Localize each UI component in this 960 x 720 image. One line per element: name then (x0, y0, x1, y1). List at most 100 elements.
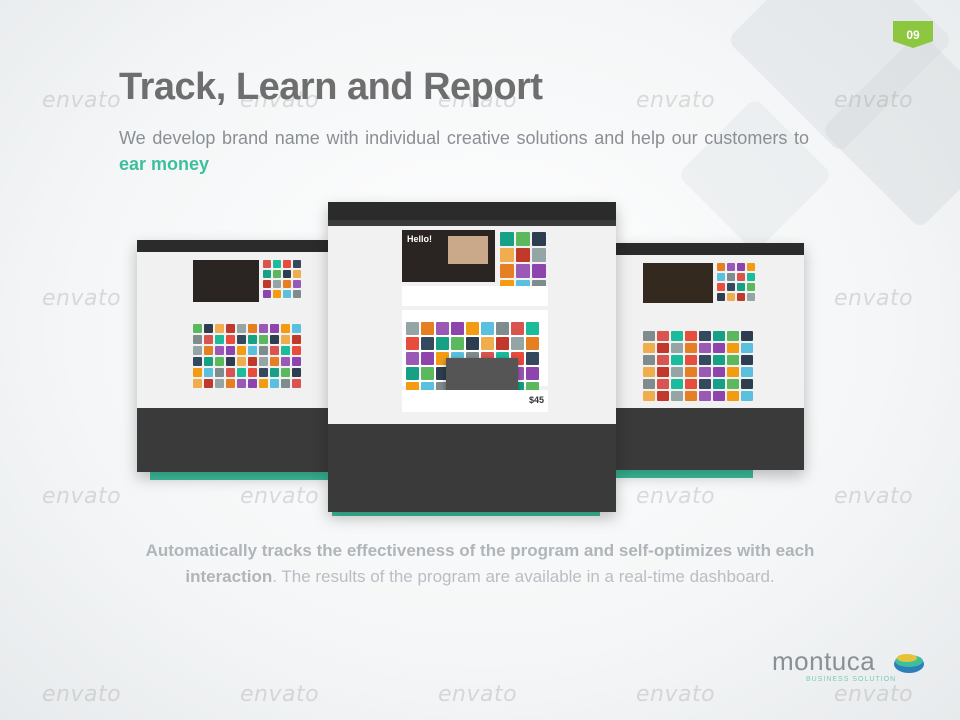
mockup-thumbnail (727, 343, 739, 353)
mockup-thumbnail (671, 343, 683, 353)
envato-watermark: envato (834, 286, 914, 311)
mockup-thumbnail (421, 352, 434, 365)
mockup-thumbnail (727, 263, 735, 271)
mockup-thumbnail (526, 337, 539, 350)
mockup-footer (137, 408, 330, 472)
envato-watermark: envato (438, 682, 518, 707)
mockup-thumbnail (237, 357, 246, 366)
mockup-thumbnail (204, 335, 213, 344)
mockup-thumbnail (643, 343, 655, 353)
mockup-thumbnail (292, 335, 301, 344)
envato-watermark: envato (636, 88, 716, 113)
mockup-thumbnail (685, 343, 697, 353)
mockup-thumbnail (292, 357, 301, 366)
mockup-item-grid (643, 331, 755, 401)
mockup-thumbnail (292, 368, 301, 377)
mockup-thumbnail (699, 379, 711, 389)
logo-name: montuca (772, 646, 876, 676)
mockup-thumbnail (516, 248, 530, 262)
mockup-thumbnail (671, 367, 683, 377)
mockup-thumbnail (273, 290, 281, 298)
mockup-thumbnail (292, 346, 301, 355)
mockup-thumbnail (466, 322, 479, 335)
mockup-thumbnail (204, 368, 213, 377)
mockup-thumbnail (436, 322, 449, 335)
mockup-thumbnail (237, 379, 246, 388)
mockup-thumbnail (248, 335, 257, 344)
mockup-thumbnail (657, 343, 669, 353)
mockup-thumbnail (436, 337, 449, 350)
mockup-thumbnail (237, 368, 246, 377)
mockup-thumbnail (685, 379, 697, 389)
mockup-thumbnail (713, 355, 725, 365)
mockup-thumbnail (685, 331, 697, 341)
mockup-thumbnail (263, 290, 271, 298)
mockup-thumbnail (451, 337, 464, 350)
subtitle: We develop brand name with individual cr… (119, 125, 809, 177)
mockup-thumbnail (281, 368, 290, 377)
mockup-thumbnail (737, 273, 745, 281)
mockup-footer (613, 408, 804, 470)
mockup-thumbnail (204, 357, 213, 366)
mockup-thumbnail (741, 331, 753, 341)
envato-watermark: envato (834, 682, 914, 707)
mockup-thumbnail (259, 335, 268, 344)
mockup-thumbnail (685, 367, 697, 377)
mockup-thumbnail (293, 270, 301, 278)
mockup-hero-label: Hello! (407, 234, 433, 244)
mockup-thumbnail (248, 346, 257, 355)
subtitle-text: We develop brand name with individual cr… (119, 128, 809, 148)
mockup-thumbnail (643, 355, 655, 365)
mockup-item-grid (193, 324, 303, 388)
mockup-footer (328, 424, 616, 512)
mockup-thumbnail (685, 355, 697, 365)
mockup-thumbnail (193, 368, 202, 377)
mockup-thumbnail (727, 273, 735, 281)
brand-logo: montuca BUSINESS SOLUTION (772, 646, 924, 683)
mockup-thumbnail (713, 343, 725, 353)
mockup-thumbnail (741, 379, 753, 389)
mockup-thumbnail (270, 379, 279, 388)
mockup-thumbnail (226, 379, 235, 388)
mockup-thumbnail (263, 280, 271, 288)
mockup-thumbnail (717, 273, 725, 281)
mockup-thumbnail (657, 367, 669, 377)
mockup-thumbnail (259, 379, 268, 388)
mockup-thumbnail (685, 391, 697, 401)
mockup-thumbnail (643, 367, 655, 377)
envato-watermark: envato (240, 484, 320, 509)
mockup-thumbnail (671, 379, 683, 389)
mockup-thumbnail (511, 322, 524, 335)
mockup-thumbnail (259, 324, 268, 333)
website-mockup-left (137, 240, 330, 472)
mockup-thumbnail (406, 322, 419, 335)
mockup-thumbnail (193, 379, 202, 388)
mockup-thumbnail (511, 337, 524, 350)
mockup-thumbnail (727, 355, 739, 365)
mockup-thumbnail (215, 357, 224, 366)
mockup-thumbnail (281, 324, 290, 333)
mockup-thumbnail (270, 357, 279, 366)
mockup-thumbnail (270, 346, 279, 355)
mockup-thumbnail (717, 293, 725, 301)
envato-watermark: envato (42, 286, 122, 311)
mockup-thumbnail (500, 248, 514, 262)
mockup-thumbnail (248, 357, 257, 366)
mockup-thumbnail (204, 324, 213, 333)
mockup-thumbnail (248, 379, 257, 388)
bottom-description-regular: . The results of the program are availab… (272, 567, 775, 586)
mockup-thumbnail (273, 270, 281, 278)
mockup-thumbnail (259, 346, 268, 355)
mockup-thumbnail (713, 331, 725, 341)
mockup-thumbnail (737, 283, 745, 291)
mockup-thumbnail (516, 264, 530, 278)
mockup-thumbnail (237, 324, 246, 333)
mockup-thumbnail (699, 391, 711, 401)
mockup-thumbnail (500, 264, 514, 278)
mockup-thumbnail (281, 357, 290, 366)
mockup-thumbnail (259, 357, 268, 366)
mockup-thumbnail (293, 290, 301, 298)
mockup-thumbnail (671, 355, 683, 365)
mockup-thumbnail (270, 335, 279, 344)
mockup-topbar (613, 243, 804, 255)
